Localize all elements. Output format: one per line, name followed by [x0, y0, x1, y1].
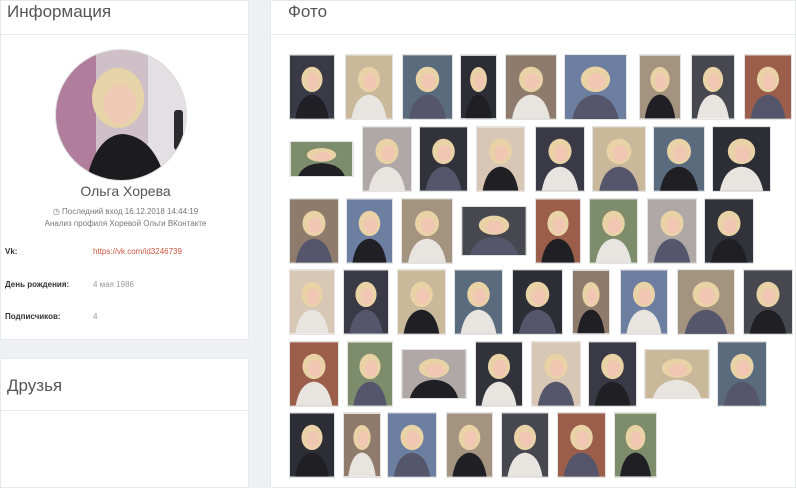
photo-thumbnail[interactable]	[501, 412, 549, 478]
photo-thumbnail[interactable]	[653, 126, 705, 192]
photo-thumbnail[interactable]	[446, 412, 493, 478]
photos-card: Фото	[270, 0, 796, 488]
followers-value: 4	[93, 312, 98, 321]
photo-thumbnail[interactable]	[717, 341, 767, 407]
photo-thumbnail[interactable]	[620, 269, 668, 335]
photo-thumbnail[interactable]	[512, 269, 563, 335]
photo-thumbnail[interactable]	[289, 198, 339, 264]
info-card-title: Информация	[1, 1, 248, 35]
photo-thumbnail[interactable]	[614, 412, 657, 478]
birthday-value: 4 мая 1986	[93, 280, 134, 289]
photo-thumbnail[interactable]	[592, 126, 646, 192]
photo-thumbnail[interactable]	[476, 126, 525, 192]
photo-thumbnail[interactable]	[461, 206, 527, 256]
photo-thumbnail[interactable]	[572, 269, 610, 335]
photo-thumbnail[interactable]	[535, 198, 581, 264]
photos-card-title: Фото	[271, 1, 795, 35]
photo-thumbnail[interactable]	[289, 141, 354, 177]
info-card: Информация Ольга Хорева ◷ Последний вход…	[0, 0, 249, 340]
last-login-value: Последний вход 16.12.2018 14:44:19	[62, 207, 199, 216]
friends-card-title: Друзья	[1, 359, 248, 411]
photo-thumbnail[interactable]	[289, 269, 335, 335]
photo-thumbnail[interactable]	[460, 54, 497, 120]
photo-thumbnail[interactable]	[704, 198, 754, 264]
photo-thumbnail[interactable]	[343, 269, 389, 335]
friends-card: Друзья	[0, 358, 249, 488]
profile-avatar[interactable]	[55, 49, 187, 181]
photo-thumbnail[interactable]	[347, 341, 393, 407]
photo-thumbnail[interactable]	[644, 349, 710, 399]
profile-subtitle: Анализ профиля Хоревой Ольги ВКонтакте	[44, 219, 207, 228]
photo-thumbnail[interactable]	[454, 269, 503, 335]
photo-thumbnail[interactable]	[289, 412, 335, 478]
photo-thumbnail[interactable]	[419, 126, 468, 192]
photo-thumbnail[interactable]	[712, 126, 771, 192]
photo-thumbnail[interactable]	[691, 54, 735, 120]
followers-label: Подписчиков:	[5, 312, 61, 321]
photo-thumbnail[interactable]	[401, 349, 467, 399]
photo-thumbnail[interactable]	[343, 412, 381, 478]
photo-thumbnail[interactable]	[362, 126, 412, 192]
photo-thumbnail[interactable]	[346, 198, 393, 264]
vk-label: Vk:	[5, 247, 18, 256]
photo-thumbnail[interactable]	[475, 341, 523, 407]
photo-thumbnail[interactable]	[639, 54, 681, 120]
photo-thumbnail[interactable]	[557, 412, 606, 478]
photo-thumbnail[interactable]	[743, 269, 793, 335]
vk-link[interactable]: https://vk.com/id3246739	[93, 247, 182, 256]
photo-thumbnail[interactable]	[289, 341, 339, 407]
photo-thumbnail[interactable]	[387, 412, 437, 478]
photo-thumbnail[interactable]	[677, 269, 735, 335]
photo-thumbnail[interactable]	[744, 54, 792, 120]
photo-thumbnail[interactable]	[505, 54, 557, 120]
photo-thumbnail[interactable]	[589, 198, 638, 264]
profile-name: Ольга Хорева	[80, 183, 171, 199]
photo-thumbnail[interactable]	[402, 54, 453, 120]
photo-thumbnail[interactable]	[588, 341, 637, 407]
photo-thumbnail[interactable]	[345, 54, 393, 120]
clock-icon: ◷	[52, 207, 63, 216]
photo-thumbnail[interactable]	[647, 198, 697, 264]
birthday-label: День рождения:	[5, 280, 70, 289]
photo-thumbnail[interactable]	[564, 54, 627, 120]
photo-thumbnail[interactable]	[289, 54, 335, 120]
last-login-text: ◷ Последний вход 16.12.2018 14:44:19	[1, 207, 250, 216]
photo-thumbnail[interactable]	[397, 269, 446, 335]
photo-thumbnail[interactable]	[535, 126, 585, 192]
photo-thumbnail[interactable]	[401, 198, 453, 264]
photo-thumbnail[interactable]	[531, 341, 581, 407]
